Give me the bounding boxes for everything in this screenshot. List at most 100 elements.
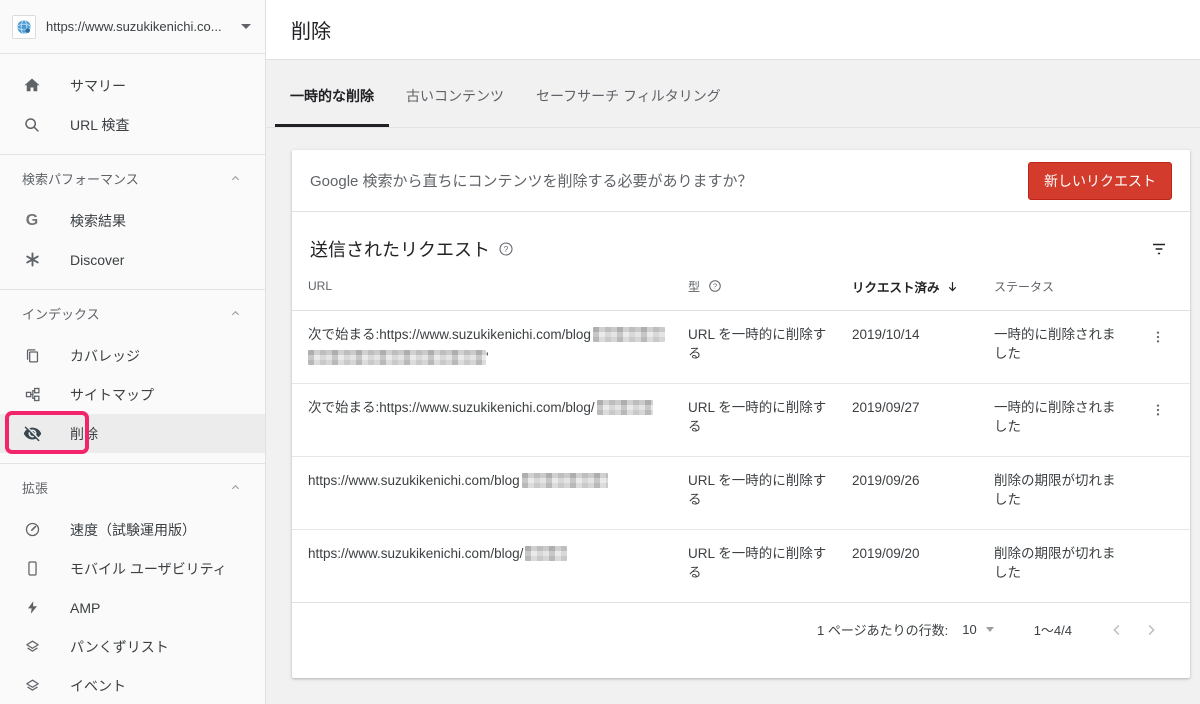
table-row[interactable]: https://www.suzukikenichi.com/blog/ URL … (292, 530, 1190, 603)
date-cell: 2019/09/27 (852, 398, 994, 417)
sidebar-item-summary[interactable]: サマリー (0, 66, 265, 105)
sidebar-item-label: モバイル ユーザビリティ (70, 559, 227, 579)
url-cell: https://www.suzukikenichi.com/blog/ (308, 544, 688, 563)
page-title: 削除 (291, 15, 331, 44)
column-header-type[interactable]: 型 ? (688, 278, 852, 295)
smartphone-icon (22, 559, 42, 579)
next-page-button[interactable] (1134, 613, 1168, 647)
group-title: 拡張 (22, 478, 48, 497)
new-request-button[interactable]: 新しいリクエスト (1028, 162, 1172, 200)
type-cell: URL を一時的に削除する (688, 325, 852, 363)
sort-descending-arrow-icon (946, 280, 959, 293)
sidebar-group-index[interactable]: インデックス (0, 290, 265, 336)
group-body: カバレッジ サイトマップ 削除 (0, 336, 265, 463)
previous-page-button[interactable] (1100, 613, 1134, 647)
table-row[interactable]: https://www.suzukikenichi.com/blog URL を… (292, 457, 1190, 530)
sidebar-top-section: サマリー URL 検査 (0, 54, 265, 154)
table-title: 送信されたリクエスト (310, 236, 490, 262)
rows-per-page-label: 1 ページあたりの行数: (817, 620, 948, 639)
banner-row: Google 検索から直ちにコンテンツを削除する必要がありますか？ 新しいリクエ… (292, 150, 1190, 212)
url-prefix: 次で始まる: (308, 325, 379, 344)
date-cell: 2019/10/14 (852, 325, 994, 344)
property-icon-frame (12, 15, 36, 39)
rows-per-page-select[interactable]: 10 (962, 622, 976, 637)
url-visible: https://www.suzukikenichi.com/blog/ (379, 398, 594, 417)
banner-question: Google 検索から直ちにコンテンツを削除する必要がありますか？ (310, 170, 1028, 191)
tab-safesearch-filtering[interactable]: セーフサーチ フィルタリング (521, 86, 736, 127)
url-cell: https://www.suzukikenichi.com/blog (308, 471, 688, 490)
group-body: G 検索結果 Discover (0, 201, 265, 289)
speed-gauge-icon (22, 520, 42, 540)
sidebar-item-mobile-usability[interactable]: モバイル ユーザビリティ (0, 549, 265, 588)
url-line-1: 次で始まる: https://www.suzukikenichi.com/blo… (308, 325, 668, 344)
url-redacted-block (597, 400, 653, 415)
globe-icon (16, 19, 32, 35)
url-line-2: ' (308, 348, 668, 367)
url-redacted-block (525, 546, 567, 561)
url-redacted-block (522, 473, 608, 488)
sidebar-group-enhancements[interactable]: 拡張 (0, 464, 265, 510)
table-row[interactable]: 次で始まる: https://www.suzukikenichi.com/blo… (292, 384, 1190, 457)
row-menu-button[interactable] (1142, 394, 1174, 426)
sidebar-group-search-performance[interactable]: 検索パフォーマンス (0, 155, 265, 201)
sidebar-item-label: AMP (70, 600, 100, 616)
sidebar-item-url-inspection[interactable]: URL 検査 (0, 105, 265, 144)
sidebar-item-coverage[interactable]: カバレッジ (0, 336, 265, 375)
status-cell: 一時的に削除されました (994, 398, 1142, 436)
type-cell: URL を一時的に削除する (688, 544, 852, 582)
sidebar-item-search-results[interactable]: G 検索結果 (0, 201, 265, 240)
column-header-url[interactable]: URL (308, 279, 688, 293)
requests-table-body: 次で始まる: https://www.suzukikenichi.com/blo… (292, 311, 1190, 603)
tab-outdated-content[interactable]: 古いコンテンツ (391, 86, 519, 127)
sidebar-item-removals[interactable]: 削除 (0, 414, 265, 453)
sitemap-icon (22, 385, 42, 405)
sidebar-item-breadcrumbs[interactable]: パンくずリスト (0, 627, 265, 666)
search-icon (22, 115, 42, 135)
property-selector[interactable]: https://www.suzukikenichi.co... (0, 0, 265, 54)
google-g-icon: G (22, 211, 42, 231)
column-header-requested[interactable]: リクエスト済み (852, 277, 994, 296)
main-content: 削除 一時的な削除 古いコンテンツ セーフサーチ フィルタリング Google … (266, 0, 1200, 704)
tabbar: 一時的な削除 古いコンテンツ セーフサーチ フィルタリング (266, 60, 1200, 128)
url-visible: https://www.suzukikenichi.com/blog/ (308, 544, 523, 563)
removals-card: Google 検索から直ちにコンテンツを削除する必要がありますか？ 新しいリクエ… (292, 150, 1190, 678)
kebab-menu-icon (1150, 402, 1166, 418)
sidebar-item-label: URL 検査 (70, 115, 129, 135)
sidebar-item-label: Discover (70, 252, 124, 268)
url-prefix: 次で始まる: (308, 398, 379, 417)
url-visible: https://www.suzukikenichi.com/blog (308, 471, 520, 490)
type-cell: URL を一時的に削除する (688, 471, 852, 509)
sidebar-item-label: サイトマップ (70, 385, 154, 405)
pagination-bar: 1 ページあたりの行数: 10 1～4/4 (292, 603, 1190, 656)
filter-icon[interactable] (1150, 240, 1168, 258)
kebab-menu-icon (1150, 329, 1166, 345)
help-icon[interactable]: ? (498, 241, 514, 257)
url-line-1: https://www.suzukikenichi.com/blog (308, 471, 668, 490)
visibility-off-icon (22, 424, 42, 444)
row-menu-button[interactable] (1142, 321, 1174, 353)
svg-text:?: ? (504, 245, 509, 254)
sidebar-item-discover[interactable]: Discover (0, 240, 265, 279)
tab-temporary-removals[interactable]: 一時的な削除 (275, 86, 389, 127)
url-cell: 次で始まる: https://www.suzukikenichi.com/blo… (308, 398, 688, 417)
url-visible: https://www.suzukikenichi.com/blog (379, 325, 591, 344)
group-body: 速度（試験運用版） モバイル ユーザビリティ AMP パンくずリスト (0, 510, 265, 704)
status-cell: 削除の期限が切れました (994, 544, 1142, 582)
url-line-1: 次で始まる: https://www.suzukikenichi.com/blo… (308, 398, 668, 417)
layers-icon (22, 676, 42, 696)
sidebar-item-sitemaps[interactable]: サイトマップ (0, 375, 265, 414)
sidebar-item-events[interactable]: イベント (0, 666, 265, 704)
rows-per-page-caret-icon[interactable] (986, 627, 994, 632)
table-row[interactable]: 次で始まる: https://www.suzukikenichi.com/blo… (292, 311, 1190, 384)
sidebar-item-label: イベント (70, 676, 126, 696)
help-icon: ? (708, 279, 722, 293)
sidebar-item-label: 検索結果 (70, 211, 126, 231)
layers-icon (22, 637, 42, 657)
sidebar-item-amp[interactable]: AMP (0, 588, 265, 627)
url-redacted-block-2 (308, 350, 486, 365)
sidebar-item-speed[interactable]: 速度（試験運用版） (0, 510, 265, 549)
column-header-status[interactable]: ステータス (994, 278, 1142, 295)
status-cell: 一時的に削除されました (994, 325, 1142, 363)
property-url: https://www.suzukikenichi.co... (46, 19, 233, 34)
home-icon (22, 76, 42, 96)
